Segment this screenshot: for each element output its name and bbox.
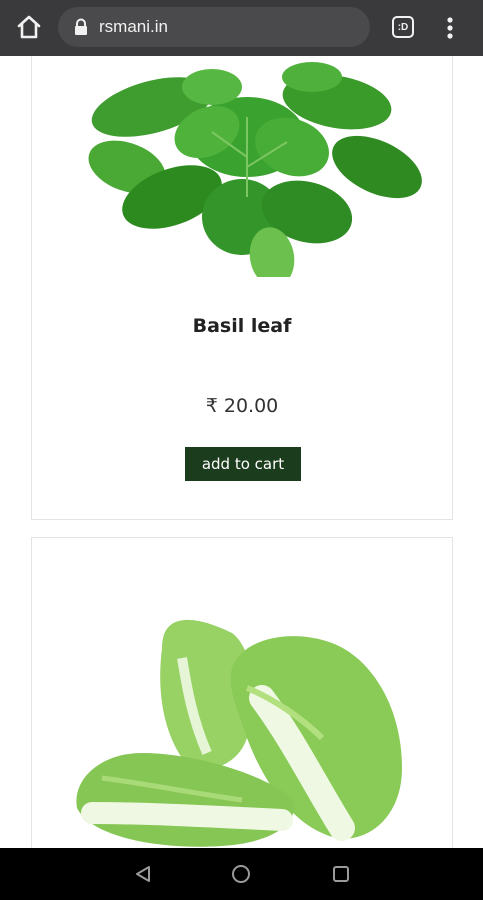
back-icon[interactable]	[133, 864, 153, 884]
tab-switcher-button[interactable]: :D	[392, 16, 414, 38]
url-text: rsmani.in	[99, 17, 168, 36]
page-content: Basil leaf ₹ 20.00 add to cart	[0, 56, 483, 848]
product-name: Basil leaf	[192, 315, 292, 337]
product-price: ₹ 20.00	[205, 395, 279, 417]
browser-toolbar: rsmani.in :D	[0, 0, 483, 56]
home-icon[interactable]	[14, 12, 44, 42]
lock-icon	[75, 18, 87, 35]
system-nav-bar	[0, 848, 483, 900]
home-circle-icon[interactable]	[231, 864, 251, 884]
basil-leaf-image[interactable]	[32, 56, 452, 277]
recents-icon[interactable]	[331, 864, 351, 884]
add-to-cart-button[interactable]: add to cart	[185, 447, 301, 481]
product-card	[31, 537, 453, 848]
napa-cabbage-image[interactable]	[32, 538, 452, 848]
more-vert-icon[interactable]	[440, 15, 460, 41]
product-card: Basil leaf ₹ 20.00 add to cart	[31, 56, 453, 520]
address-bar[interactable]: rsmani.in	[58, 7, 370, 47]
